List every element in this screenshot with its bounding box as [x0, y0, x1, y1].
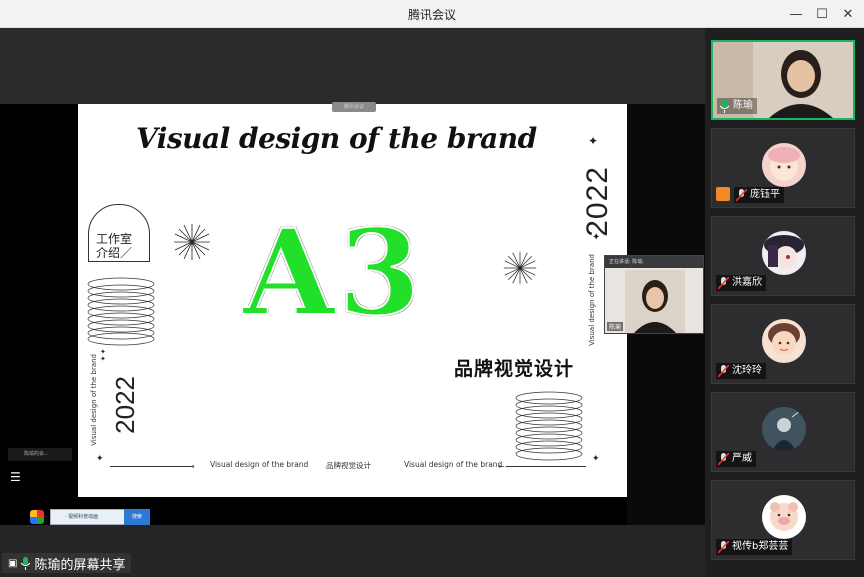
- coil-graphic: [87, 277, 155, 346]
- participant-tile[interactable]: 洪嘉欣: [711, 216, 855, 296]
- mic-icon: [21, 556, 31, 570]
- avatar: [762, 143, 806, 187]
- vertical-caption-right: Visual design of the brand: [588, 254, 596, 346]
- speaker-video-frame: [625, 270, 685, 333]
- mic-muted-icon: [718, 452, 729, 466]
- starburst-icon: [503, 251, 537, 285]
- floating-video-name: 陈瑜: [607, 322, 624, 331]
- screen-icon: ▣: [8, 557, 18, 569]
- floating-speaker-video[interactable]: 正在讲话: 陈瑜; 陈瑜: [604, 255, 704, 334]
- sharing-indicator: 腾讯会议: [332, 102, 376, 112]
- arrow-left-icon: ←: [498, 462, 505, 471]
- sparkle-icon: ✦: [588, 134, 599, 148]
- avatar: [762, 319, 806, 363]
- participant-name-tag: 庞钰平: [734, 187, 784, 203]
- mic-muted-icon: [736, 188, 747, 202]
- minimize-button[interactable]: —: [786, 4, 806, 24]
- big-code-a3: A3: [242, 203, 425, 342]
- screen-share-area: Visual design of the brand ✦ ✦ ✦ ✦ ✦ ✦ 工…: [0, 28, 705, 577]
- participant-tile[interactable]: 庞钰平: [711, 128, 855, 208]
- studio-badge-text: 工作室 介绍／: [96, 232, 133, 260]
- avatar: [762, 495, 806, 539]
- footer-item-2: 品牌视觉设计: [326, 461, 371, 470]
- mic-muted-icon: [718, 364, 729, 378]
- floating-video-header: 正在讲话: 陈瑜;: [605, 256, 703, 268]
- sparkle-icon: ✦ ✦: [100, 348, 106, 363]
- sparkle-icon: ✦: [96, 454, 104, 464]
- share-top-bar: [0, 28, 705, 104]
- starburst-icon: [174, 224, 210, 260]
- vertical-caption-left: Visual design of the brand: [90, 354, 98, 446]
- mic-muted-icon: [718, 540, 729, 554]
- maximize-button[interactable]: ☐: [812, 4, 832, 24]
- host-icon: [716, 187, 730, 201]
- title-bar: 腾讯会议 — ☐ ✕: [0, 0, 864, 28]
- participant-name-tag: 严威: [716, 451, 756, 467]
- coil-graphic: [515, 391, 583, 461]
- brand-title-cn: 品牌视觉设计: [454, 358, 575, 380]
- participant-name-tag: 陈瑜: [717, 98, 757, 114]
- mini-chat-bubble[interactable]: 陈瑜的会...: [8, 448, 72, 461]
- close-button[interactable]: ✕: [838, 4, 858, 24]
- participant-panel: 陈瑜 庞钰平 洪嘉欣 沈玲玲 严威 视传b郑芸芸: [705, 28, 864, 577]
- mic-icon: [719, 99, 730, 113]
- arrow-right-icon: →: [188, 462, 195, 471]
- screen-share-label: ▣ 陈瑜的屏幕共享: [2, 553, 132, 573]
- participant-tile[interactable]: 陈瑜: [711, 40, 855, 120]
- presentation-slide: Visual design of the brand ✦ ✦ ✦ ✦ ✦ ✦ 工…: [78, 104, 627, 497]
- window-title: 腾讯会议: [407, 8, 456, 22]
- participant-name-tag: 沈玲玲: [716, 363, 766, 379]
- shared-screen: Visual design of the brand ✦ ✦ ✦ ✦ ✦ ✦ 工…: [0, 104, 705, 525]
- mic-muted-icon: [718, 276, 729, 290]
- taskbar-search[interactable]: 搜索: [124, 509, 150, 525]
- participant-tile[interactable]: 严威: [711, 392, 855, 472]
- footer-item-1: Visual design of the brand: [210, 460, 309, 469]
- year-right: 2022: [581, 166, 614, 237]
- participant-name-tag: 视传b郑芸芸: [716, 539, 793, 555]
- slide-title: Visual design of the brand: [136, 122, 537, 155]
- participant-name-tag: 洪嘉欣: [716, 275, 766, 291]
- menu-icon[interactable]: ☰: [10, 471, 24, 483]
- footer-item-3: Visual design of the brand: [404, 460, 503, 469]
- participant-tile[interactable]: 沈玲玲: [711, 304, 855, 384]
- participant-tile[interactable]: 视传b郑芸芸: [711, 480, 855, 560]
- app-icon[interactable]: [30, 510, 44, 524]
- avatar: [762, 231, 806, 275]
- avatar: [762, 407, 806, 451]
- sparkle-icon: ✦: [592, 454, 600, 464]
- year-left: 2022: [110, 376, 140, 434]
